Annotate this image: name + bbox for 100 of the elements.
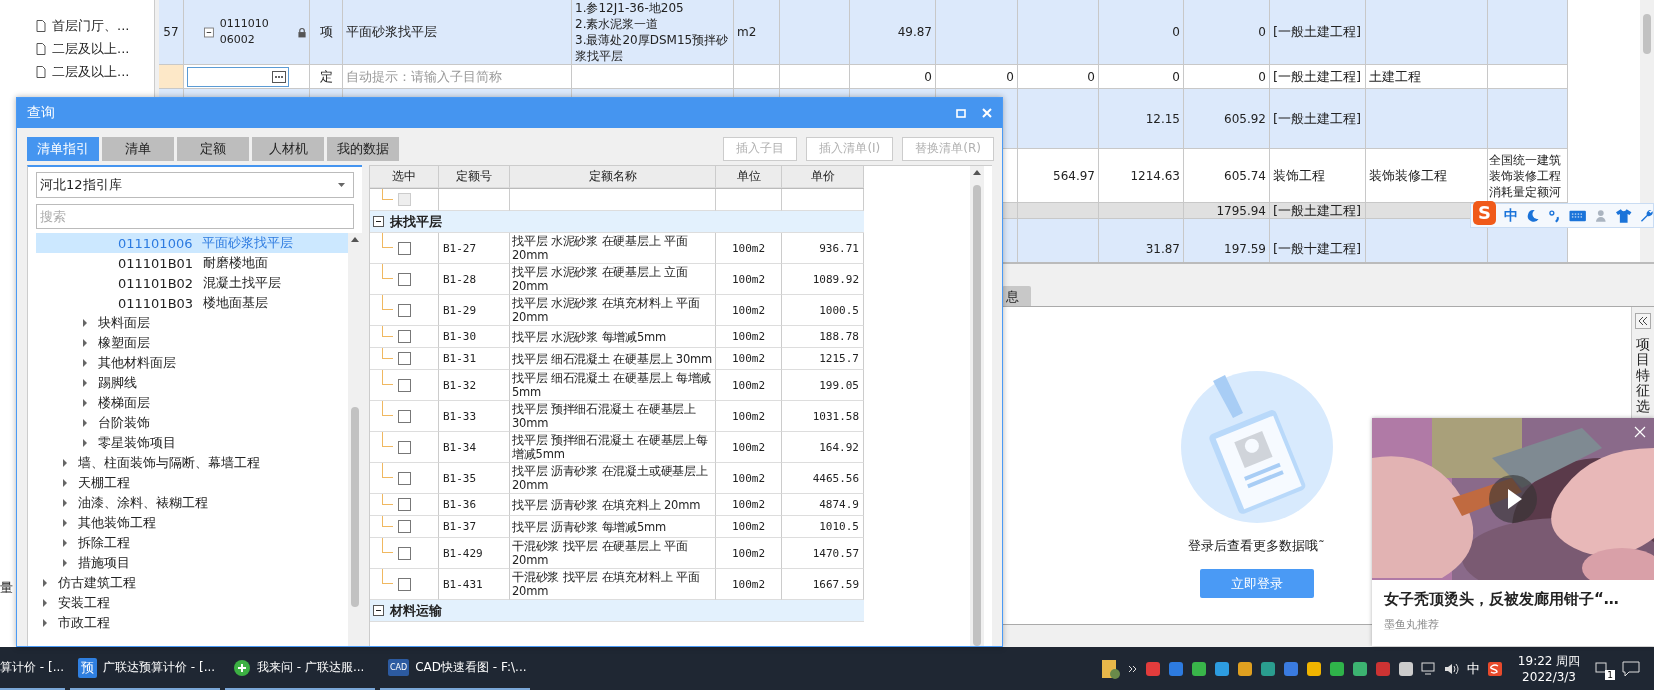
expand-arrow-icon[interactable] [42, 599, 48, 607]
network-icon[interactable] [1420, 661, 1437, 676]
checkbox[interactable] [397, 498, 411, 511]
tree-item[interactable]: 仿古建筑工程 [36, 573, 348, 593]
tray-icon[interactable] [1190, 660, 1207, 677]
expand-arrow-icon[interactable] [82, 379, 88, 387]
group-header[interactable]: 材料运输 [370, 600, 864, 622]
checkbox[interactable] [397, 577, 411, 591]
scrollbar[interactable] [348, 233, 362, 646]
close-icon[interactable] [1634, 426, 1646, 438]
tree-item[interactable]: 其他材料面层 [36, 353, 348, 373]
checkbox[interactable] [397, 546, 411, 560]
tree-item[interactable]: 其他装饰工程 [36, 513, 348, 533]
checkbox[interactable] [397, 330, 411, 343]
action-center-icon[interactable] [1622, 660, 1640, 677]
app-icon[interactable] [1486, 660, 1503, 677]
clock[interactable]: 19:22 周四 2022/3/3 [1517, 652, 1581, 685]
panel-tab[interactable]: 息 [1002, 286, 1031, 306]
expand-arrow-icon[interactable] [82, 359, 88, 367]
tab[interactable]: 定额 [177, 137, 249, 161]
library-dropdown[interactable]: 河北12指引库 [36, 172, 354, 198]
tree-item[interactable]: 踢脚线 [36, 373, 348, 393]
checkbox[interactable] [397, 241, 411, 255]
expand-arrow-icon[interactable] [82, 439, 88, 447]
tree-item[interactable]: 市政工程 [36, 613, 348, 633]
group-header[interactable]: 抹找平层 [370, 211, 864, 233]
collapse-icon[interactable] [204, 26, 214, 38]
checkbox[interactable] [397, 520, 411, 533]
checkbox[interactable] [397, 440, 411, 454]
expand-arrow-icon[interactable] [62, 479, 68, 487]
expand-arrow-icon[interactable] [62, 539, 68, 547]
expand-arrow-icon[interactable] [82, 319, 88, 327]
table-row[interactable]: 定 自动提示：请输入子目简称 0 0 0 0 0 [一般土建工程] 土建工程 [159, 65, 1568, 89]
tree-item[interactable]: 011101B02 混凝土找平层 [36, 273, 348, 293]
tree-item[interactable]: 拆除工程 [36, 533, 348, 553]
punctuation-icon[interactable] [1547, 208, 1562, 223]
expand-arrow-icon[interactable] [62, 459, 68, 467]
expand-arrow-icon[interactable] [62, 559, 68, 567]
checkbox[interactable] [397, 352, 411, 365]
scroll-up-icon[interactable] [973, 170, 981, 175]
tree-item[interactable]: 天棚工程 [36, 473, 348, 493]
tree-item[interactable]: 安装工程 [36, 593, 348, 613]
tree-item[interactable]: 台阶装饰 [36, 413, 348, 433]
expand-arrow-icon[interactable] [82, 419, 88, 427]
tray-icon[interactable] [1213, 660, 1230, 677]
tree-item[interactable]: 011101B03 楼地面基层 [36, 293, 348, 313]
close-icon[interactable] [982, 108, 992, 118]
collapse-icon[interactable] [373, 216, 384, 227]
maximize-icon[interactable] [956, 108, 966, 118]
tree-item[interactable]: 二层及以上... [52, 39, 130, 58]
tree-item[interactable]: 措施项目 [36, 553, 348, 573]
checkbox[interactable] [397, 272, 411, 286]
checkbox[interactable] [397, 409, 411, 423]
expand-arrow-icon[interactable] [82, 339, 88, 347]
tray-icon[interactable] [1236, 660, 1253, 677]
checkbox[interactable] [397, 303, 411, 317]
chevron-icon[interactable] [1127, 663, 1138, 674]
tree-item[interactable]: 011101006 平面砂浆找平层 [36, 233, 348, 253]
play-icon[interactable] [1489, 475, 1537, 523]
tree-item[interactable]: 油漆、涂料、裱糊工程 [36, 493, 348, 513]
app-icon[interactable] [233, 658, 251, 677]
collapse-icon[interactable] [373, 605, 384, 616]
expand-arrow-icon[interactable] [62, 499, 68, 507]
expand-arrow-icon[interactable] [82, 399, 88, 407]
tray-icon[interactable] [1397, 660, 1414, 677]
input-method[interactable]: 中 [1466, 659, 1480, 678]
volume-icon[interactable] [1443, 661, 1460, 676]
keyboard-icon[interactable] [1569, 209, 1587, 222]
side-tab[interactable]: 项目特征选 [1636, 337, 1650, 414]
checkbox[interactable] [397, 471, 411, 485]
tray-icon[interactable] [1328, 660, 1345, 677]
tab[interactable]: 清单 [102, 137, 174, 161]
tree-item[interactable]: 橡塑面层 [36, 333, 348, 353]
tree-item[interactable]: 楼梯面层 [36, 393, 348, 413]
input-field[interactable] [187, 66, 289, 87]
mode-toggle[interactable]: 中 [1504, 206, 1519, 225]
tab[interactable]: 我的数据 [327, 137, 399, 161]
scrollbar[interactable] [1640, 0, 1654, 262]
tree-item[interactable]: 块料面层 [36, 313, 348, 333]
checkbox[interactable] [397, 378, 411, 392]
tree-item[interactable]: 二层及以上... [52, 62, 130, 81]
expand-arrow-icon[interactable] [62, 519, 68, 527]
scroll-up-icon[interactable] [351, 237, 359, 242]
expand-arrow-icon[interactable] [42, 579, 48, 587]
tray-icon[interactable] [1259, 660, 1276, 677]
tray-icon[interactable] [1305, 660, 1322, 677]
tab[interactable]: 人材机 [252, 137, 324, 161]
moon-icon[interactable] [1526, 208, 1540, 223]
tree-item[interactable]: 墙、柱面装饰与隔断、幕墙工程 [36, 453, 348, 473]
more-icon[interactable] [272, 70, 286, 83]
scrollbar[interactable] [970, 166, 984, 646]
expand-arrow-icon[interactable] [42, 619, 48, 627]
shirt-icon[interactable] [1616, 208, 1632, 223]
tree-item[interactable]: 011101B01 耐磨楼地面 [36, 253, 348, 273]
name-input[interactable]: 自动提示：请输入子目简称 [346, 68, 568, 85]
tray-icon[interactable] [1351, 660, 1368, 677]
search-field[interactable]: 搜索 [36, 204, 354, 229]
tree-item[interactable]: 首层门厅、... [52, 16, 130, 35]
wrench-icon[interactable] [1639, 208, 1654, 223]
ad-headline[interactable]: 女子秃顶烫头，反被发廊用钳子“… [1372, 580, 1654, 609]
